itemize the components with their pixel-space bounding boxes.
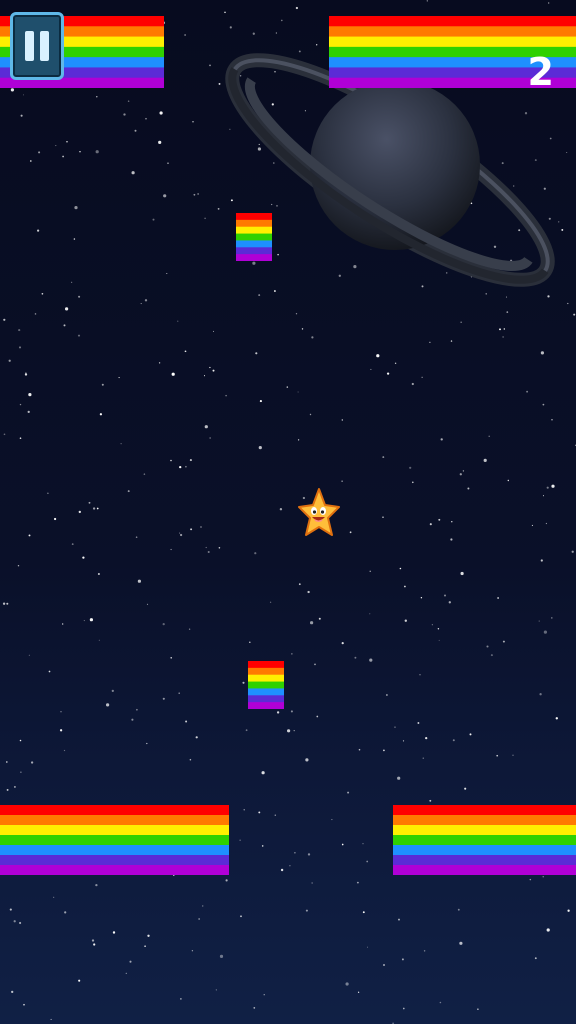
rainbow-barrier-bottom-left (0, 805, 229, 875)
pause-icon (22, 31, 52, 61)
pause-button[interactable] (10, 12, 64, 80)
rainbow-block-upper (236, 213, 272, 261)
score-counter: 2 (527, 50, 554, 94)
rainbow-barrier-bottom-right (393, 805, 576, 875)
rainbow-block-lower (248, 661, 284, 709)
smiling-star-icon (298, 488, 340, 536)
game-stage[interactable]: 2 (0, 0, 576, 1024)
